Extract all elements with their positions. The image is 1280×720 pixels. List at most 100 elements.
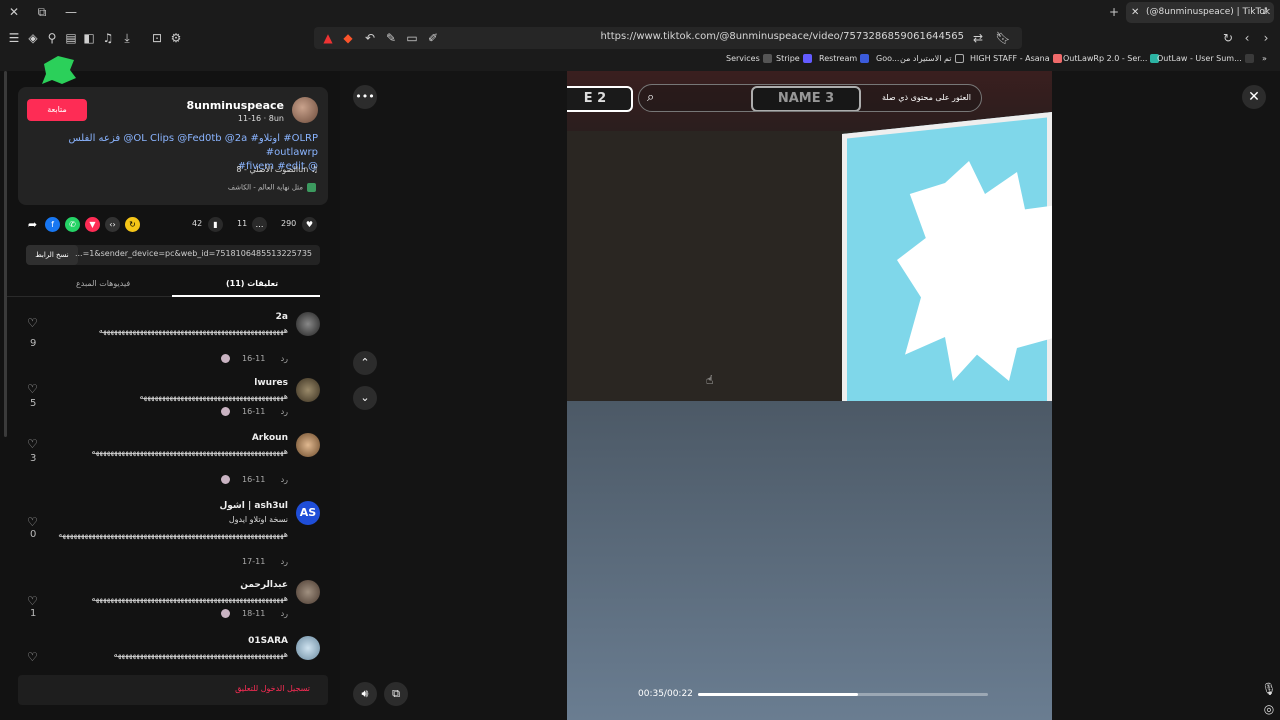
repost-icon[interactable]: ↻ <box>125 217 140 232</box>
comment-avatar[interactable] <box>296 312 320 336</box>
login-to-comment[interactable]: تسجيل الدخول للتعليق <box>235 684 310 693</box>
comment-like-icon[interactable]: ♡ <box>27 594 38 608</box>
comment-author[interactable]: عبدالرحمن <box>240 580 288 590</box>
video-frame-floor <box>567 401 1052 720</box>
reply-link[interactable]: رد <box>281 407 288 416</box>
bookmark-save-icon[interactable]: ▮ <box>208 217 223 232</box>
picture-in-picture-icon[interactable]: ⧉ <box>384 682 408 706</box>
restore-window-icon[interactable]: ⧉ <box>34 4 50 20</box>
video-player[interactable]: E 2 NAME 3 <box>567 71 1052 720</box>
comment-like-icon[interactable]: ♡ <box>27 515 38 529</box>
reply-link[interactable]: رد <box>281 354 288 363</box>
video-time: 00:35/00:22 <box>638 689 693 699</box>
send-icon[interactable]: ▼ <box>85 217 100 232</box>
bookmark-asana[interactable]: HIGH STAFF - Asana <box>970 54 1062 63</box>
copy-link-row: نسخ الرابط ...=1&sender_device=pc&web_id… <box>26 245 320 265</box>
tab-creator-videos[interactable]: فيديوهات المبدع <box>76 279 130 288</box>
creator-username[interactable]: 8unminuspeace <box>187 99 285 112</box>
translate-icon[interactable]: ✎ <box>383 30 399 46</box>
share-link-text[interactable]: ...=1&sender_device=pc&web_id=7518106485… <box>75 249 312 258</box>
whatsapp-icon[interactable]: ✆ <box>65 217 80 232</box>
comment-login-bar[interactable]: تسجيل الدخول للتعليق <box>18 675 328 705</box>
pin-icon[interactable]: ⚲ <box>44 30 60 46</box>
download-icon[interactable]: ⤓ <box>119 30 135 46</box>
close-window-icon[interactable]: ✕ <box>6 4 22 20</box>
screenshot-icon[interactable]: ⊡ <box>149 30 165 46</box>
tabs-icon[interactable]: ▤ <box>63 30 79 46</box>
bookmark-outlawrp[interactable]: OutLawRp 2.0 - Ser... <box>1063 54 1160 63</box>
bookmarks-bar: Services Stripe Restream Goo... تم الاست… <box>0 51 1280 71</box>
comment-avatar[interactable]: AS <box>296 501 320 525</box>
reaction-icon <box>221 475 231 484</box>
minimize-window-icon[interactable]: — <box>63 4 79 20</box>
microphone-icon[interactable]: 🎙︎ <box>1261 681 1277 697</box>
reply-link[interactable]: رد <box>281 475 288 484</box>
bookmark-restream[interactable]: Restream <box>819 54 870 63</box>
comment-like-icon[interactable]: ♡ <box>27 650 38 664</box>
video-progress-bar[interactable] <box>698 693 988 696</box>
bookmark-icon[interactable]: 🔖︎ <box>995 30 1011 46</box>
address-bar[interactable]: ▲ ◆ ↶ ✎ ▭ ✐ https://www.tiktok.com/@8unm… <box>314 27 1022 49</box>
left-scrollbar[interactable] <box>4 71 7 437</box>
effect-info[interactable]: مثل نهاية العالم - الكاشف <box>228 183 316 192</box>
comment-text: هههههههههههههههههههههههههههههههههههههههه <box>139 392 288 401</box>
share-icon[interactable]: ⇄ <box>970 30 986 46</box>
creator-avatar[interactable] <box>292 97 318 123</box>
comment-author[interactable]: Arkoun <box>252 433 288 443</box>
comment-avatar[interactable] <box>296 636 320 660</box>
comment-author[interactable]: 01SARA <box>248 636 288 646</box>
comment-like-icon[interactable]: ♡ <box>27 382 38 396</box>
previous-video-icon[interactable]: ⌃ <box>353 351 377 375</box>
comment-text: هههههههههههههههههههههههههههههههههههههههه… <box>91 594 288 603</box>
comment-author[interactable]: lwures <box>254 378 288 388</box>
comment-avatar[interactable] <box>296 580 320 604</box>
bookmark-imported-folder[interactable]: تم الاستيراد من <box>900 54 964 63</box>
brave-shield-icon[interactable]: ◆ <box>340 30 356 46</box>
music-info[interactable]: الصوت الأصلي - 8un ♫ <box>236 165 318 174</box>
comment-author[interactable]: اشول | ash3ul <box>219 501 288 511</box>
like-heart-icon[interactable]: ♥ <box>302 217 317 232</box>
forward-icon[interactable]: › <box>1258 30 1274 46</box>
bookmark-stripe[interactable]: Stripe <box>776 54 812 63</box>
comment-icon[interactable]: … <box>252 217 267 232</box>
new-tab-icon[interactable]: + <box>1106 4 1122 20</box>
more-bookmarks-icon[interactable]: » <box>1262 54 1267 63</box>
back-icon[interactable]: ‹ <box>1239 30 1255 46</box>
music-note-icon: ♫ <box>310 165 318 174</box>
close-video-icon[interactable]: ✕ <box>1242 85 1266 109</box>
related-search-input[interactable]: ⌕ العثور على محتوى ذي صلة <box>638 84 982 112</box>
comment-author[interactable]: 2a <box>276 312 288 322</box>
mouse-cursor-icon: ☝ <box>706 373 714 387</box>
comment-avatar[interactable] <box>296 433 320 457</box>
reply-link[interactable]: رد <box>281 609 288 618</box>
extension-icon[interactable]: ⚙ <box>168 30 184 46</box>
video-stage: ••• ⌃ ⌄ 🔊︎ ⧉ ✕ E 2 NAME 3 ⌕ العثور على م… <box>340 71 1280 720</box>
music-icon[interactable]: ♫ <box>100 30 116 46</box>
share-arrow-icon[interactable]: ➦ <box>25 217 40 232</box>
reader-icon[interactable]: ▭ <box>404 30 420 46</box>
next-video-icon[interactable]: ⌄ <box>353 386 377 410</box>
copy-link-button[interactable]: نسخ الرابط <box>26 245 78 265</box>
close-tab-icon[interactable]: ✕ <box>1131 2 1139 23</box>
follow-button[interactable]: متابعة <box>27 99 87 121</box>
more-options-icon[interactable]: ••• <box>353 85 377 109</box>
comment-avatar[interactable] <box>296 378 320 402</box>
browser-tab[interactable]: ✕ (@8unminuspeace) | TikTok ♪ <box>1126 2 1274 23</box>
volume-icon[interactable]: 🔊︎ <box>353 682 377 706</box>
shield-icon[interactable]: ◈ <box>25 30 41 46</box>
back-history-icon[interactable]: ↶ <box>362 30 378 46</box>
menu-icon[interactable]: ☰ <box>6 30 22 46</box>
reload-icon[interactable]: ↻ <box>1220 30 1236 46</box>
edit-icon[interactable]: ✐ <box>425 30 441 46</box>
embed-icon[interactable]: ‹› <box>105 217 120 232</box>
reply-link[interactable]: رد <box>281 557 288 566</box>
bookmark-outlaw-user[interactable]: OutLaw - User Sum... <box>1157 54 1254 63</box>
tab-comments[interactable]: تعليقات (11) <box>226 279 278 288</box>
facebook-icon[interactable]: f <box>45 217 60 232</box>
comment-like-icon[interactable]: ♡ <box>27 437 38 451</box>
comment-like-icon[interactable]: ♡ <box>27 316 38 330</box>
sidebar-icon[interactable]: ◧ <box>81 30 97 46</box>
bookmark-google[interactable]: Goo... <box>876 54 899 63</box>
bookmark-services[interactable]: Services <box>726 54 772 63</box>
target-icon[interactable]: ◎ <box>1261 701 1277 717</box>
